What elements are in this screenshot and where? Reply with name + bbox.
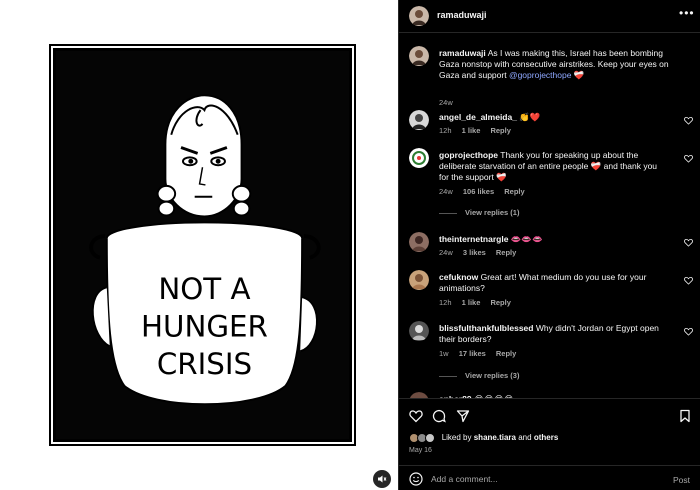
comment-bubble-icon[interactable] — [432, 409, 446, 423]
comment-body: 👏❤️ — [519, 112, 541, 122]
comment-input[interactable] — [431, 471, 651, 487]
comment-time: 24w — [439, 187, 453, 196]
comments-list[interactable]: ramaduwaji As I was making this, Israel … — [399, 34, 700, 398]
caption-mention[interactable]: @goprojecthope — [509, 70, 572, 80]
comment-body: 👄👄👄 — [510, 234, 543, 244]
comment-likes[interactable]: 106 likes — [463, 187, 494, 196]
comment-likes[interactable]: 17 likes — [459, 349, 486, 358]
caption-meta: 24w — [439, 98, 461, 107]
comment-likes[interactable]: 1 like — [462, 298, 481, 307]
comment-meta: 24w 106 likes Reply — [439, 187, 533, 196]
commenter-avatar[interactable] — [409, 270, 429, 290]
reply-button[interactable]: Reply — [490, 298, 510, 307]
liker-avatar — [425, 433, 436, 443]
commenter-avatar[interactable] — [409, 232, 429, 252]
caption-text: ramaduwaji As I was making this, Israel … — [439, 48, 669, 81]
comment-time: 24w — [439, 248, 453, 257]
author-avatar[interactable] — [409, 6, 429, 26]
share-send-icon[interactable] — [456, 409, 470, 423]
heart-icon[interactable] — [684, 116, 693, 125]
reply-button[interactable]: Reply — [496, 349, 516, 358]
commenter-avatar[interactable] — [409, 321, 429, 341]
comment-time: 12h — [439, 126, 452, 135]
mute-button[interactable] — [373, 470, 391, 488]
caption-username[interactable]: ramaduwaji — [439, 48, 486, 58]
caption-time: 24w — [439, 98, 453, 107]
comment-text: blissfulthankfulblessed Why didn't Jorda… — [439, 323, 669, 345]
artwork-text-line-2: HUNGER — [141, 309, 268, 343]
view-replies-button[interactable]: View replies (1) — [439, 208, 519, 217]
comment-username[interactable]: theinternetnargle — [439, 234, 508, 244]
comment-username[interactable]: cefuknow — [439, 272, 478, 282]
heart-icon[interactable] — [684, 154, 693, 163]
author-username[interactable]: ramaduwaji — [437, 10, 487, 20]
comment-likes[interactable]: 1 like — [462, 126, 481, 135]
comment-username[interactable]: blissfulthankfulblessed — [439, 323, 533, 333]
heart-icon[interactable] — [684, 276, 693, 285]
comment-text: theinternetnargle 👄👄👄 — [439, 234, 669, 245]
post-comment-button[interactable]: Post — [673, 475, 690, 485]
comment-meta: 12h 1 like Reply — [439, 126, 519, 135]
emoji-icon[interactable] — [409, 472, 423, 486]
comment-text: cefuknow Great art! What medium do you u… — [439, 272, 669, 294]
post-media[interactable]: NOT A HUNGER CRISIS — [0, 0, 398, 490]
artwork-image: NOT A HUNGER CRISIS — [49, 44, 356, 446]
comment-meta: 12h 1 like Reply — [439, 298, 519, 307]
comment-meta: 1w 17 likes Reply — [439, 349, 524, 358]
post-actions: Liked by shane.tiara and others May 16 P… — [399, 398, 700, 490]
reply-button[interactable]: Reply — [490, 126, 510, 135]
more-options-icon[interactable]: ••• — [679, 6, 695, 20]
comment-username[interactable]: angel_de_almeida_ — [439, 112, 517, 122]
comment-meta: 24w 3 likes Reply — [439, 248, 524, 257]
liked-by-and: and — [518, 433, 532, 443]
add-comment-bar: Post — [399, 465, 700, 490]
reply-button[interactable]: Reply — [504, 187, 524, 196]
comments-panel: ramaduwaji ••• ramaduwaji As I was makin… — [398, 0, 700, 490]
reply-button[interactable]: Reply — [496, 248, 516, 257]
artwork-text-line-3: CRISIS — [157, 347, 252, 381]
comment-text: angel_de_almeida_ 👏❤️ — [439, 112, 669, 123]
post-date: May 16 — [409, 447, 432, 454]
artwork-illustration: NOT A HUNGER CRISIS — [89, 94, 321, 406]
caption-avatar[interactable] — [409, 46, 429, 66]
heart-icon[interactable] — [684, 327, 693, 336]
comment-likes[interactable]: 3 likes — [463, 248, 486, 257]
liked-by-summary[interactable]: Liked by shane.tiara and others — [409, 433, 558, 443]
liked-by-user[interactable]: shane.tiara — [474, 433, 516, 442]
artwork-text-line-1: NOT A — [158, 272, 250, 306]
comment-time: 12h — [439, 298, 452, 307]
liked-by-prefix: Liked by — [441, 433, 472, 443]
speaker-muted-icon — [378, 475, 387, 483]
liked-by-others[interactable]: others — [534, 433, 558, 442]
post-header: ramaduwaji ••• — [399, 0, 700, 33]
caption-emoji: ❤️‍🩹 — [573, 70, 585, 80]
commenter-avatar[interactable] — [409, 110, 429, 130]
like-heart-icon[interactable] — [409, 409, 423, 423]
bookmark-icon[interactable] — [678, 409, 692, 423]
commenter-avatar[interactable] — [409, 148, 429, 168]
heart-icon[interactable] — [684, 238, 693, 247]
comment-text: goprojecthope Thank you for speaking up … — [439, 150, 669, 183]
comment-time: 1w — [439, 349, 449, 358]
view-replies-button[interactable]: View replies (3) — [439, 371, 519, 380]
comment-username[interactable]: goprojecthope — [439, 150, 498, 160]
